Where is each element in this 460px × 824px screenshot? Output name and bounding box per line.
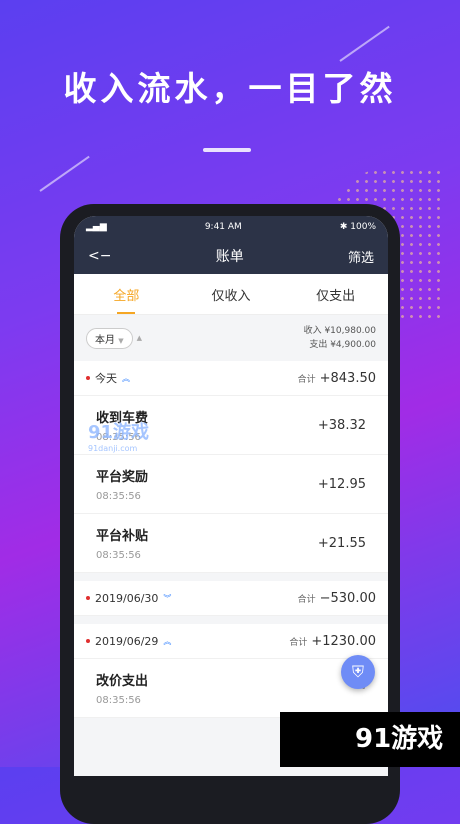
list-item[interactable]: 平台补贴 08:35:56 +21.55 — [74, 514, 388, 573]
decor-dash — [203, 148, 251, 152]
filter-button[interactable]: 筛选 — [348, 247, 374, 266]
dot-icon — [86, 639, 90, 643]
shield-icon: ⛨ — [351, 662, 364, 681]
dot-icon — [86, 376, 90, 380]
tab-all[interactable]: 全部 — [74, 285, 179, 314]
signal-icon: ▂▄▆ — [86, 222, 107, 232]
dot-icon — [86, 596, 90, 600]
tab-income[interactable]: 仅收入 — [179, 285, 284, 304]
expense-total: 支出 ¥4,900.00 — [309, 340, 376, 350]
page-title: 账单 — [215, 249, 244, 265]
phone-screen: ▂▄▆ 9:41 AM ✱ 100% <− 账单 筛选 全部 仅收入 仅支出 本… — [74, 216, 388, 776]
chevron-down-icon: ︾ — [163, 593, 172, 603]
decor-line — [39, 155, 90, 192]
watermark-logo: 91游戏 91danji.com — [88, 422, 150, 453]
chevron-down-icon: ▼ — [118, 336, 124, 345]
decor-line — [339, 25, 390, 62]
tab-bar: 全部 仅收入 仅支出 — [74, 274, 388, 315]
group-header[interactable]: 今天 ︽ 合计 +843.50 — [74, 361, 388, 396]
shield-plus-button[interactable]: ⛨ — [341, 655, 375, 689]
status-time: 9:41 AM — [204, 222, 242, 232]
tab-expense[interactable]: 仅支出 — [283, 285, 388, 304]
battery-indicator: ✱ 100% — [339, 222, 376, 232]
back-arrow-icon[interactable]: <− — [88, 248, 111, 264]
headline: 收入流水，一目了然 — [63, 69, 397, 108]
group-header[interactable]: 2019/06/30 ︾ 合计 −530.00 — [74, 581, 388, 616]
sort-up-icon: ▲ — [136, 334, 142, 342]
chevron-up-icon: ︽ — [122, 373, 130, 383]
nav-bar: <− 账单 筛选 — [74, 238, 388, 274]
month-totals: 收入 ¥10,980.00 支出 ¥4,900.00 — [304, 324, 376, 352]
month-select[interactable]: 本月 ▼ — [86, 327, 133, 349]
list-item[interactable]: 平台奖励 08:35:56 +12.95 — [74, 455, 388, 514]
income-total: 收入 ¥10,980.00 — [303, 326, 376, 336]
summary-bar: 本月 ▼ ▲ 收入 ¥10,980.00 支出 ¥4,900.00 — [74, 315, 388, 361]
chevron-up-icon: ︽ — [163, 636, 172, 646]
watermark-logo: 91游戏 — [355, 724, 444, 754]
status-bar: ▂▄▆ 9:41 AM ✱ 100% — [74, 216, 388, 238]
group-header[interactable]: 2019/06/29 ︽ 合计 +1230.00 — [74, 624, 388, 659]
